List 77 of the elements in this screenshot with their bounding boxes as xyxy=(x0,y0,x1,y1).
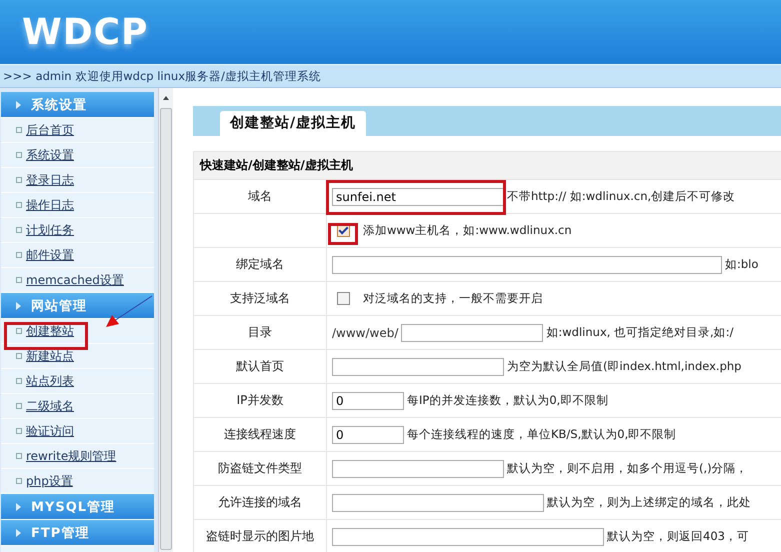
highlight-frame xyxy=(328,223,358,245)
scrollbar[interactable] xyxy=(158,88,173,552)
menu-group-title: FTP管理 xyxy=(31,524,90,542)
hint-text: 不带http:// 如:wdlinux.cn,创建后不可修改 xyxy=(507,189,736,204)
checkbox[interactable] xyxy=(337,292,350,305)
field-label: 默认首页 xyxy=(236,359,284,373)
square-bullet-icon xyxy=(16,252,22,258)
input-field[interactable]: 0 xyxy=(332,426,404,444)
field-label: IP并发数 xyxy=(236,393,284,407)
menu-link[interactable]: 二级域名 xyxy=(26,398,74,414)
menu-group-title: 网站管理 xyxy=(31,298,87,314)
arrow-icon xyxy=(104,294,154,328)
input-field[interactable] xyxy=(332,256,722,274)
path-prefix: /www/web/ xyxy=(332,326,398,340)
menu-link[interactable]: 站点列表 xyxy=(26,372,74,390)
field-label: 盗链时显示的图片地 xyxy=(206,529,314,543)
input-field[interactable] xyxy=(401,324,544,342)
hint-text: 对泛域名的支持，一般不需要开启 xyxy=(363,291,543,306)
square-bullet-icon xyxy=(16,127,22,133)
square-bullet-icon xyxy=(16,403,22,409)
square-bullet-icon xyxy=(16,202,22,208)
menu-link[interactable]: 创建整站 xyxy=(26,322,74,340)
triangle-icon xyxy=(16,528,21,536)
square-bullet-icon xyxy=(16,453,22,459)
field-label: 目录 xyxy=(248,325,272,339)
field-label: 防盗链文件类型 xyxy=(218,461,302,475)
logo: WDCP xyxy=(22,12,148,52)
welcome-text: >>> admin 欢迎使用wdcp linux服务器/虚拟主机管理系统 xyxy=(3,68,321,84)
menu-link[interactable]: 邮件设置 xyxy=(26,246,74,264)
scroll-up-icon[interactable] xyxy=(163,96,169,100)
square-bullet-icon xyxy=(16,328,22,334)
input-field[interactable] xyxy=(332,494,544,512)
hint-text: 如:wdlinux, 也可指定绝对目录,如:/ xyxy=(546,325,734,340)
hint-text: 默认为空，则不启用，如多个用逗号(,)分隔， xyxy=(507,461,748,476)
menu-group-title: 系统设置 xyxy=(31,96,87,114)
input-field[interactable] xyxy=(332,460,504,478)
menu-link[interactable]: 验证访问 xyxy=(26,422,74,440)
input-field[interactable]: 0 xyxy=(332,392,404,410)
menu-link[interactable]: 计划任务 xyxy=(26,222,74,238)
square-bullet-icon xyxy=(16,227,22,233)
square-bullet-icon xyxy=(16,428,22,434)
field-label: 域名 xyxy=(248,189,272,203)
hint-text: 默认为空，则返回403，可 xyxy=(607,529,749,544)
square-bullet-icon xyxy=(16,378,22,384)
tab[interactable]: 创建整站/虚拟主机 xyxy=(220,111,366,136)
input-field[interactable] xyxy=(332,528,604,546)
hint-text: 默认为空，则为上述绑定的域名，此处 xyxy=(547,495,751,510)
square-bullet-icon xyxy=(16,478,22,484)
menu-link[interactable]: rewrite规则管理 xyxy=(26,448,116,464)
triangle-icon xyxy=(16,100,21,108)
menu-link[interactable]: memcached设置 xyxy=(26,272,124,288)
hint-text: 添加www主机名，如:www.wdlinux.cn xyxy=(363,223,572,238)
square-bullet-icon xyxy=(16,152,22,158)
menu-link[interactable]: 新建站点 xyxy=(26,348,74,364)
input-field[interactable] xyxy=(332,358,504,376)
triangle-icon xyxy=(16,502,21,510)
hint-text: 为空为默认全局值(即index.html,index.php xyxy=(507,359,742,374)
square-bullet-icon xyxy=(16,177,22,183)
form-title: 快速建站/创建整站/虚拟主机 xyxy=(194,152,781,180)
hint-text: 如:blo xyxy=(725,257,758,272)
square-bullet-icon xyxy=(16,353,22,359)
menu-link[interactable]: 系统设置 xyxy=(26,146,74,164)
triangle-icon xyxy=(16,302,21,310)
field-label: 连接线程速度 xyxy=(224,427,296,441)
menu-group-title: MYSQL管理 xyxy=(31,498,116,516)
hint-text: 每个连接线程的速度，单位KB/S,默认为0,即不限制 xyxy=(407,427,676,442)
scroll-thumb[interactable] xyxy=(160,108,172,550)
hint-text: 每IP的并发连接数，默认为0,即不限制 xyxy=(407,393,608,408)
field-label: 允许连接的域名 xyxy=(218,495,302,509)
square-bullet-icon xyxy=(16,277,22,283)
menu-link[interactable]: 操作日志 xyxy=(26,196,74,214)
menu-link[interactable]: 登录日志 xyxy=(26,172,74,188)
menu-link[interactable]: php设置 xyxy=(26,472,73,490)
field-label: 支持泛域名 xyxy=(230,291,290,305)
input-field[interactable]: sunfei.net xyxy=(332,188,504,206)
menu-link[interactable]: 后台首页 xyxy=(26,122,74,138)
field-label: 绑定域名 xyxy=(236,257,284,271)
